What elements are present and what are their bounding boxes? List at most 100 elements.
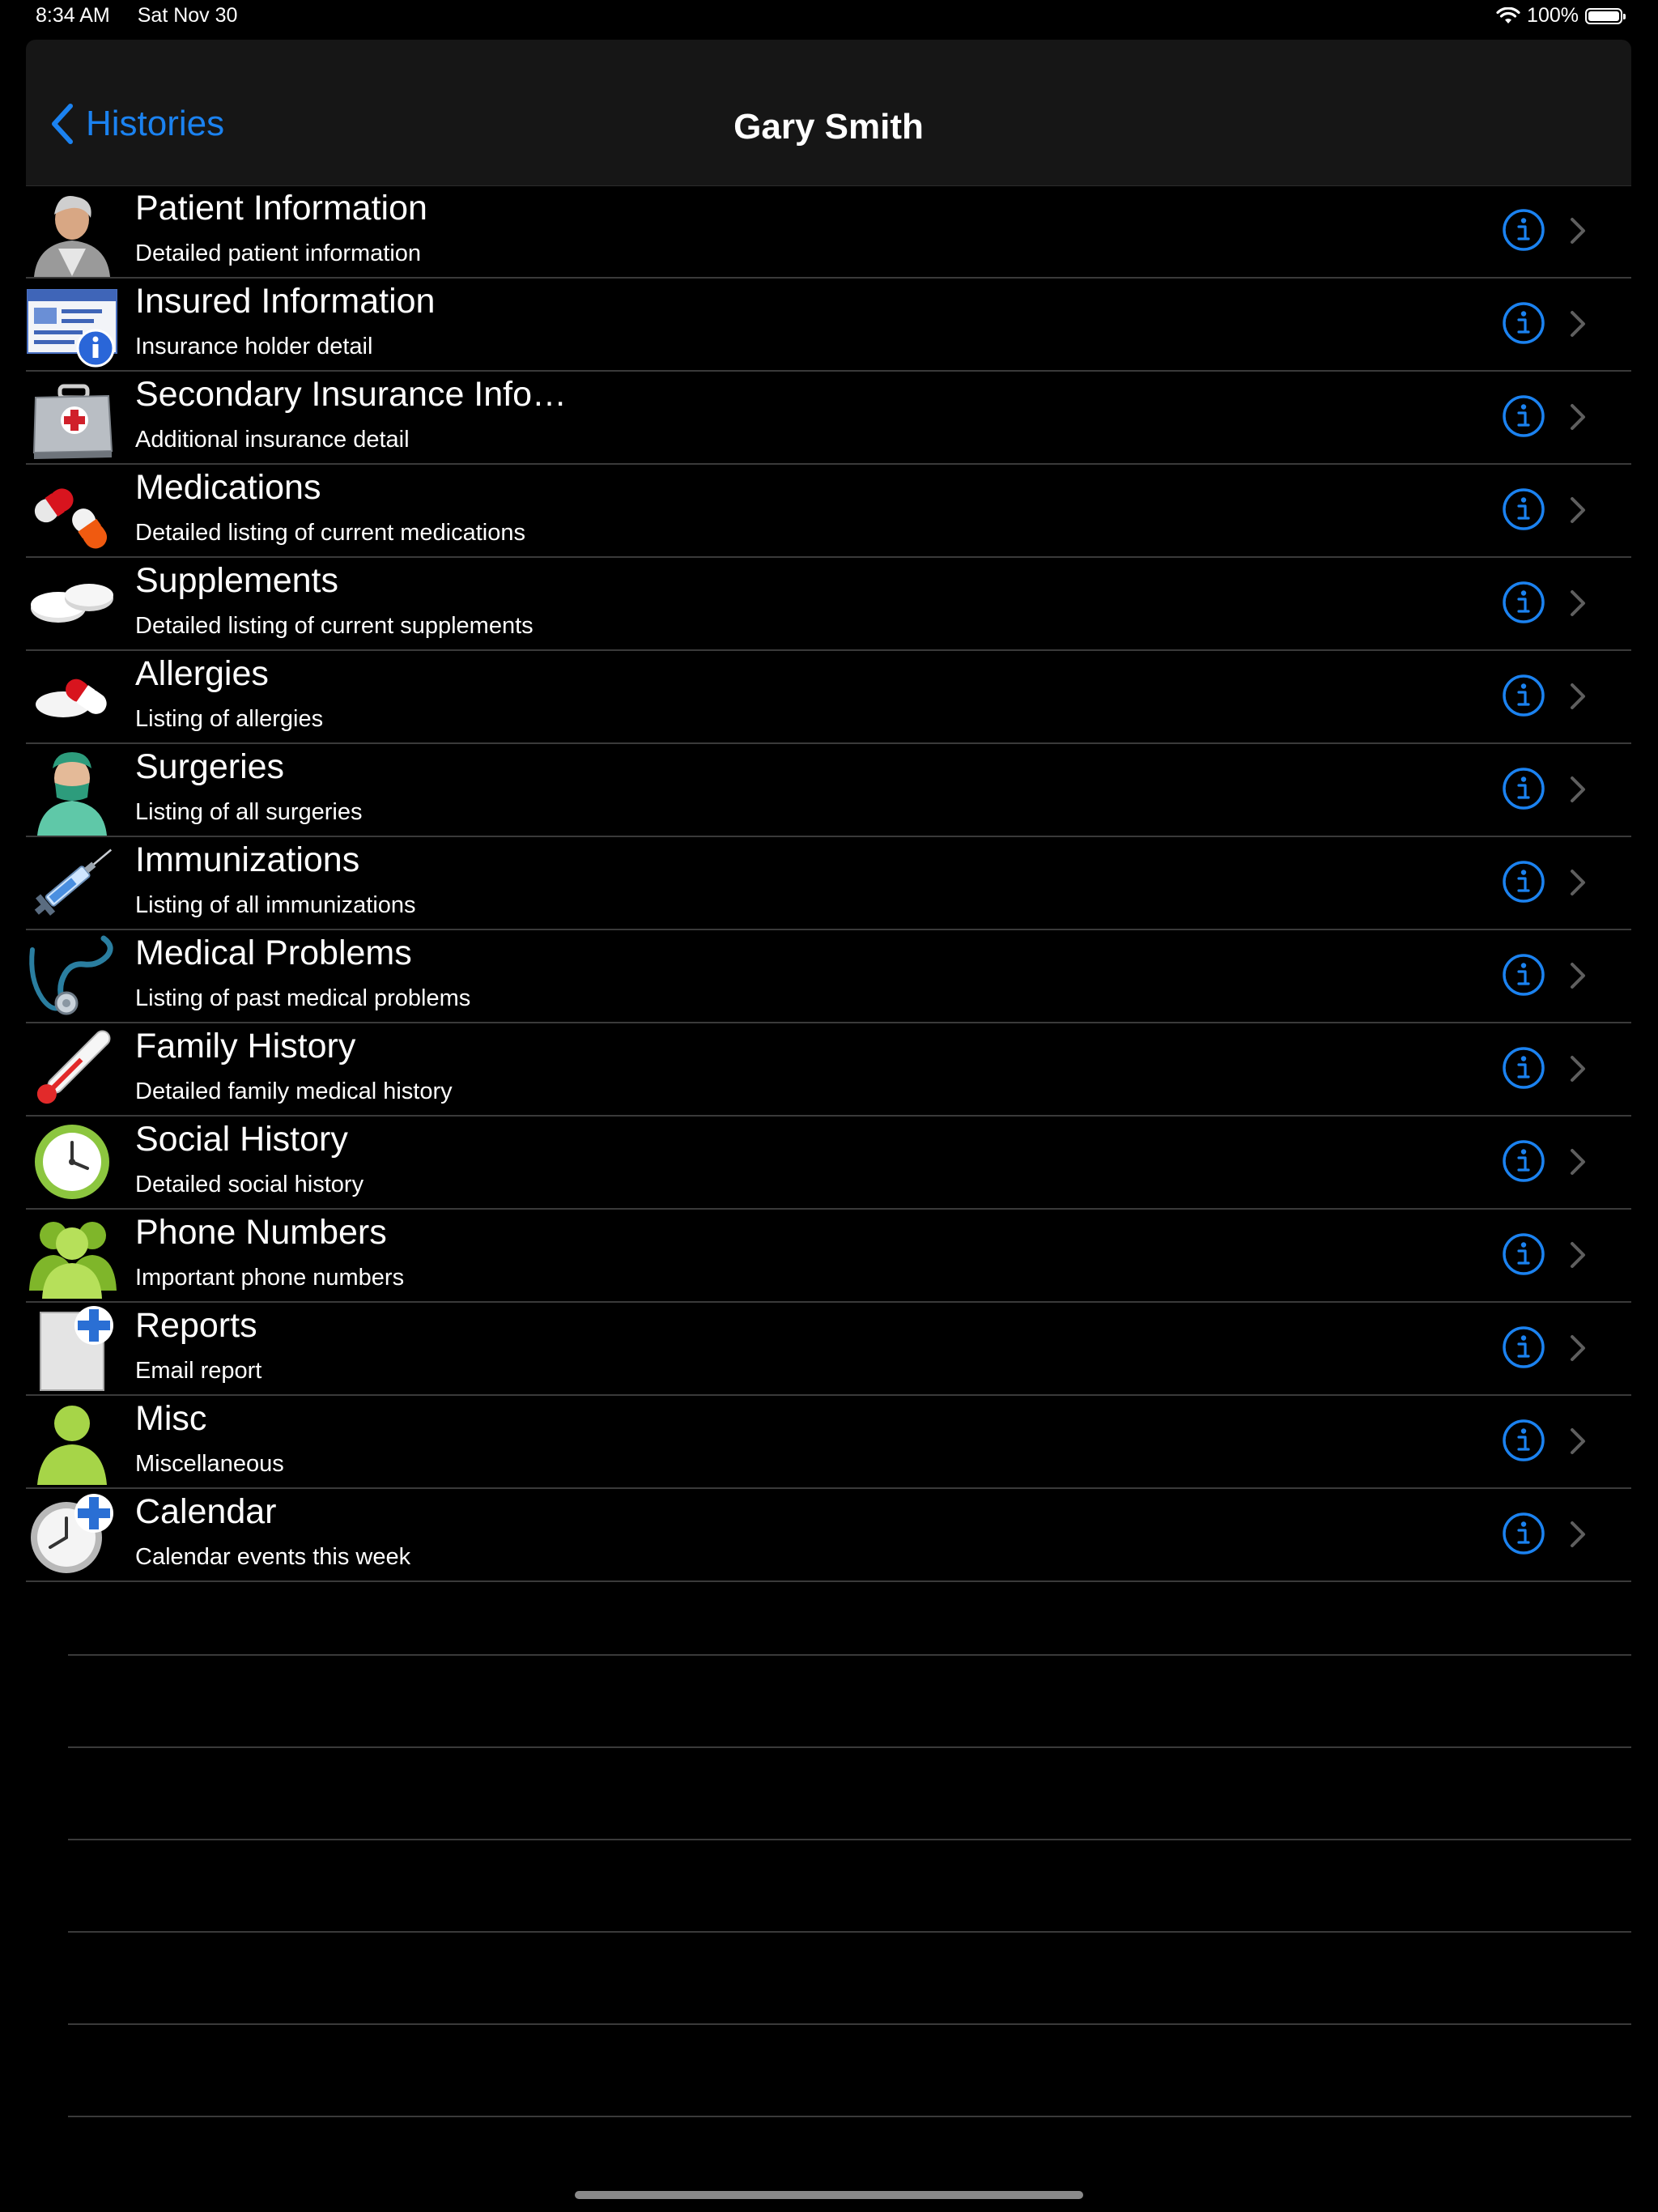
list-item-subtitle: Detailed family medical history bbox=[135, 1078, 453, 1104]
list-item-subtitle: Listing of all surgeries bbox=[135, 799, 363, 825]
list-item-title: Medical Problems bbox=[135, 934, 412, 972]
chevron-right-icon bbox=[1569, 868, 1587, 897]
list-item-title: Family History bbox=[135, 1027, 356, 1066]
page-title: Gary Smith bbox=[733, 107, 924, 147]
list-item[interactable]: Family History Detailed family medical hi… bbox=[26, 1023, 1631, 1117]
list-item-title: Patient Information bbox=[135, 189, 427, 228]
list-item-subtitle: Detailed patient information bbox=[135, 240, 422, 266]
pill-capsule-icon bbox=[26, 465, 119, 556]
list-item-subtitle: Listing of past medical problems bbox=[135, 985, 471, 1011]
chevron-right-icon bbox=[1569, 589, 1587, 618]
status-bar: 8:34 AM Sat Nov 30 100% bbox=[0, 0, 1658, 32]
list-item[interactable]: Secondary Insurance Info… Additional insu… bbox=[26, 372, 1631, 465]
info-icon[interactable] bbox=[1502, 674, 1545, 717]
list-item-subtitle: Additional insurance detail bbox=[135, 427, 410, 453]
list-item[interactable]: Surgeries Listing of all surgeries bbox=[26, 744, 1631, 837]
chevron-right-icon bbox=[1569, 402, 1587, 432]
list-item-title: Social History bbox=[135, 1120, 348, 1159]
insurance-card-icon bbox=[26, 279, 119, 370]
list-item[interactable]: Allergies Listing of allergies bbox=[26, 651, 1631, 744]
allergy-pill-icon bbox=[26, 651, 119, 742]
status-time: 8:34 AM bbox=[36, 4, 110, 27]
empty-row bbox=[68, 1933, 1631, 2025]
list-item-title: Allergies bbox=[135, 654, 269, 693]
new-document-icon bbox=[26, 1303, 119, 1394]
status-right: 100% bbox=[1496, 4, 1626, 28]
status-left: 8:34 AM Sat Nov 30 bbox=[36, 4, 237, 28]
chevron-right-icon bbox=[1569, 309, 1587, 338]
info-icon[interactable] bbox=[1502, 1232, 1545, 1276]
list-item-title: Surgeries bbox=[135, 747, 285, 786]
info-icon[interactable] bbox=[1502, 860, 1545, 904]
list-item-subtitle: Important phone numbers bbox=[135, 1265, 405, 1291]
wifi-icon bbox=[1496, 6, 1520, 23]
chevron-right-icon bbox=[1569, 216, 1587, 245]
chevron-right-icon bbox=[1569, 775, 1587, 804]
info-icon[interactable] bbox=[1502, 1419, 1545, 1462]
list-item-subtitle: Detailed listing of current medications bbox=[135, 520, 525, 546]
list-item-subtitle: Listing of all immunizations bbox=[135, 892, 416, 918]
first-aid-kit-icon bbox=[26, 372, 119, 463]
list-item-subtitle: Miscellaneous bbox=[135, 1451, 284, 1477]
info-icon[interactable] bbox=[1502, 208, 1545, 252]
list-item[interactable]: Medical Problems Listing of past medical … bbox=[26, 930, 1631, 1023]
contacts-group-icon bbox=[26, 1210, 119, 1301]
list-item[interactable]: Supplements Detailed listing of current s… bbox=[26, 558, 1631, 651]
info-icon[interactable] bbox=[1502, 394, 1545, 438]
battery-percent: 100% bbox=[1527, 4, 1579, 27]
battery-level bbox=[1588, 11, 1619, 21]
status-date: Sat Nov 30 bbox=[137, 4, 238, 27]
empty-rows bbox=[68, 1563, 1631, 2117]
info-icon[interactable] bbox=[1502, 1325, 1545, 1369]
chevron-right-icon bbox=[1569, 1240, 1587, 1270]
info-icon[interactable] bbox=[1502, 767, 1545, 810]
chevron-right-icon bbox=[1569, 1427, 1587, 1456]
list-item-title: Misc bbox=[135, 1399, 207, 1438]
list-item-title: Insured Information bbox=[135, 282, 436, 321]
info-icon[interactable] bbox=[1502, 1512, 1545, 1555]
info-icon[interactable] bbox=[1502, 581, 1545, 624]
list-item-subtitle: Detailed social history bbox=[135, 1172, 364, 1197]
empty-row bbox=[68, 1840, 1631, 1933]
info-icon[interactable] bbox=[1502, 1139, 1545, 1183]
person-icon bbox=[26, 1396, 119, 1487]
info-icon[interactable] bbox=[1502, 301, 1545, 345]
chevron-right-icon bbox=[1569, 961, 1587, 990]
empty-row bbox=[68, 1656, 1631, 1748]
list-item-subtitle: Email report bbox=[135, 1358, 262, 1384]
surgeon-icon bbox=[26, 744, 119, 836]
clock-icon bbox=[26, 1117, 119, 1208]
info-icon[interactable] bbox=[1502, 487, 1545, 531]
history-list: Patient Information Detailed patient info… bbox=[26, 185, 1631, 1582]
list-item-title: Immunizations bbox=[135, 840, 360, 879]
list-item-title: Supplements bbox=[135, 561, 338, 600]
navigation-bar: Histories Gary Smith bbox=[26, 40, 1631, 186]
list-item-title: Medications bbox=[135, 468, 321, 507]
home-indicator[interactable] bbox=[575, 2191, 1083, 2199]
chevron-right-icon bbox=[1569, 682, 1587, 711]
list-item[interactable]: Misc Miscellaneous bbox=[26, 1396, 1631, 1489]
list-item[interactable]: Reports Email report bbox=[26, 1303, 1631, 1396]
empty-row bbox=[68, 1563, 1631, 1656]
list-item[interactable]: Medications Detailed listing of current m… bbox=[26, 465, 1631, 558]
stethoscope-icon bbox=[26, 930, 119, 1022]
chevron-right-icon bbox=[1569, 496, 1587, 525]
info-icon[interactable] bbox=[1502, 1046, 1545, 1090]
info-icon[interactable] bbox=[1502, 953, 1545, 997]
list-item-title: Secondary Insurance Info… bbox=[135, 375, 568, 414]
list-item[interactable]: Patient Information Detailed patient info… bbox=[26, 185, 1631, 279]
list-item[interactable]: Insured Information Insurance holder deta… bbox=[26, 279, 1631, 372]
chevron-right-icon bbox=[1569, 1147, 1587, 1176]
patient-icon bbox=[26, 185, 119, 277]
thermometer-icon bbox=[26, 1023, 119, 1115]
list-item-subtitle: Detailed listing of current supplements bbox=[135, 613, 534, 639]
battery-icon bbox=[1585, 7, 1626, 24]
list-item[interactable]: Phone Numbers Important phone numbers bbox=[26, 1210, 1631, 1303]
chevron-right-icon bbox=[1569, 1334, 1587, 1363]
list-item[interactable]: Immunizations Listing of all immunization… bbox=[26, 837, 1631, 930]
supplement-tablet-icon bbox=[26, 558, 119, 649]
chevron-right-icon bbox=[1569, 1054, 1587, 1083]
empty-row bbox=[68, 1748, 1631, 1840]
list-item-title: Reports bbox=[135, 1306, 257, 1345]
list-item[interactable]: Social History Detailed social history bbox=[26, 1117, 1631, 1210]
